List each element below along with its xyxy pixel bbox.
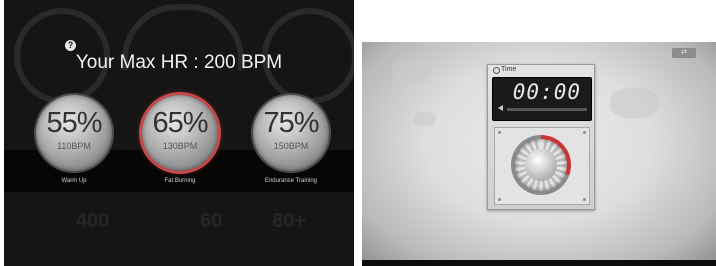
zone-bpm: 150BPM [273, 141, 309, 151]
timer-widget: Time 00:00 [487, 64, 595, 210]
help-icon[interactable]: ? [65, 40, 76, 51]
screw-icon [498, 198, 501, 201]
timer-dial[interactable] [515, 139, 567, 191]
knob-icon[interactable] [511, 135, 571, 195]
timer-header: Time [488, 65, 594, 75]
background-map-shape [392, 60, 432, 82]
dial-cap [525, 149, 557, 181]
background-map-shape [414, 112, 436, 126]
screw-icon [498, 131, 501, 134]
background-number: 60 [200, 210, 223, 232]
screw-icon [583, 131, 586, 134]
knob-panel [494, 127, 590, 205]
bottom-bar [362, 260, 716, 266]
zone-label-warm-up: Warm Up [61, 178, 87, 184]
zone-button-fat-burning[interactable]: 65% 130BPM [142, 95, 218, 171]
max-hr-title: Your Max HR : 200 BPM [75, 52, 283, 73]
timer-title: Time [501, 66, 517, 73]
zone-label-fat-burning: Fat Burning [164, 178, 196, 184]
zone-button-endurance-training[interactable]: 75% 150BPM [253, 95, 329, 171]
timer-progress-track[interactable] [507, 108, 587, 111]
speaker-icon[interactable] [498, 105, 503, 111]
zone-label-endurance-training: Endurance Training [264, 178, 318, 184]
background-number: 400 [76, 210, 110, 232]
zone-percent: 65% [152, 107, 208, 139]
zone-percent: 55% [46, 107, 102, 139]
zone-percent: 75% [263, 107, 319, 139]
clock-icon [493, 67, 500, 74]
timer-readout: 00:00 [512, 80, 581, 104]
switch-view-button[interactable]: ⇄ [672, 48, 696, 58]
screw-icon [583, 198, 586, 201]
zone-bpm: 110BPM [57, 141, 91, 151]
timer-display: 00:00 [492, 77, 592, 121]
background-number: 80+ [272, 210, 306, 232]
background-map-shape [610, 88, 658, 118]
heart-rate-panel: ? Your Max HR : 200 BPM 55% 110BPM 65% 1… [4, 0, 354, 266]
zone-button-warm-up[interactable]: 55% 110BPM [36, 95, 112, 171]
zone-bpm: 130BPM [162, 141, 198, 151]
timer-screen: ⇄ Time 00:00 [362, 42, 716, 266]
